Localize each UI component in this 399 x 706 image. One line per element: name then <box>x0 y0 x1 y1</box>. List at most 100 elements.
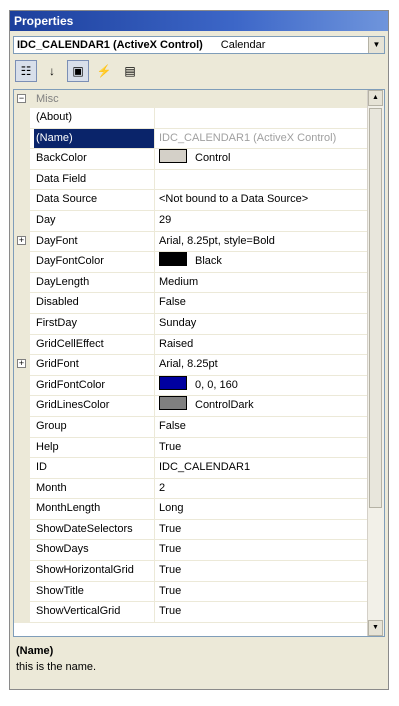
column-divider[interactable] <box>154 458 155 478</box>
property-value[interactable]: Long <box>159 499 369 519</box>
property-row[interactable]: GridCellEffect Raised <box>14 334 369 356</box>
column-divider[interactable] <box>154 519 155 540</box>
column-divider[interactable] <box>154 210 155 231</box>
property-name[interactable]: Disabled <box>34 293 154 313</box>
property-name[interactable]: ShowDateSelectors <box>34 520 154 540</box>
property-row[interactable]: FirstDay Sunday <box>14 313 369 335</box>
property-row[interactable]: Month 2 <box>14 478 369 500</box>
property-name[interactable]: (Name) <box>34 128 154 149</box>
column-divider[interactable] <box>154 128 155 149</box>
property-row[interactable]: Data Source <Not bound to a Data Source> <box>14 190 369 211</box>
property-row[interactable]: DayLength Medium <box>14 272 369 294</box>
column-divider[interactable] <box>154 375 155 396</box>
property-value[interactable] <box>159 108 369 128</box>
column-divider[interactable] <box>154 231 155 252</box>
scroll-up-icon[interactable]: ▲ <box>368 90 383 106</box>
category-header[interactable]: − Misc <box>14 90 369 108</box>
property-name[interactable]: GridFontColor <box>34 376 154 396</box>
property-name[interactable]: DayLength <box>34 273 154 293</box>
property-name[interactable]: DayFontColor <box>34 252 154 272</box>
property-row[interactable]: Disabled False <box>14 293 369 314</box>
property-name[interactable]: BackColor <box>34 149 154 169</box>
property-value[interactable]: Medium <box>159 273 369 293</box>
column-divider[interactable] <box>154 313 155 334</box>
property-row[interactable]: BackColor Control <box>14 149 369 170</box>
property-row[interactable]: ShowHorizontalGrid True <box>14 561 369 582</box>
expand-icon[interactable]: + <box>17 359 26 369</box>
object-selector[interactable]: IDC_CALENDAR1 (ActiveX Control) Calendar … <box>13 36 385 54</box>
property-name[interactable]: Data Field <box>34 170 154 190</box>
property-name[interactable]: MonthLength <box>34 499 154 519</box>
property-value[interactable]: 29 <box>159 211 369 231</box>
property-name[interactable]: Data Source <box>34 190 154 210</box>
property-value[interactable]: 0, 0, 160 <box>159 375 369 396</box>
property-value[interactable]: Control <box>159 149 369 169</box>
property-value[interactable]: True <box>159 602 369 622</box>
property-row[interactable]: (About) <box>14 108 369 129</box>
property-row[interactable]: Help True <box>14 437 369 459</box>
property-name[interactable]: GridCellEffect <box>34 335 154 355</box>
property-value[interactable]: Raised <box>159 335 369 355</box>
property-row[interactable]: + GridFont Arial, 8.25pt <box>14 355 369 376</box>
column-divider[interactable] <box>154 108 155 128</box>
property-value[interactable]: 2 <box>159 479 369 499</box>
column-divider[interactable] <box>154 190 155 210</box>
column-divider[interactable] <box>154 149 155 169</box>
property-row[interactable]: + DayFont Arial, 8.25pt, style=Bold <box>14 231 369 253</box>
property-value[interactable]: Arial, 8.25pt, style=Bold <box>159 232 369 252</box>
property-row[interactable]: ShowVerticalGrid True <box>14 602 369 623</box>
property-row[interactable]: Data Field <box>14 169 369 191</box>
column-divider[interactable] <box>154 334 155 355</box>
scroll-down-icon[interactable]: ▼ <box>368 620 383 636</box>
chevron-down-icon[interactable]: ▼ <box>368 37 384 53</box>
property-value[interactable]: ControlDark <box>159 396 369 416</box>
property-name[interactable]: GridFont <box>34 355 154 375</box>
alphabetical-icon[interactable]: ↓ <box>41 60 63 82</box>
property-value[interactable]: True <box>159 561 369 581</box>
column-divider[interactable] <box>154 540 155 561</box>
property-value[interactable]: <Not bound to a Data Source> <box>159 190 369 210</box>
events-icon[interactable]: ⚡ <box>93 60 115 82</box>
properties-icon[interactable]: ▣ <box>67 60 89 82</box>
property-value[interactable]: Sunday <box>159 314 369 334</box>
property-name[interactable]: ShowHorizontalGrid <box>34 561 154 581</box>
column-divider[interactable] <box>154 355 155 375</box>
property-value[interactable]: False <box>159 293 369 313</box>
column-divider[interactable] <box>154 602 155 622</box>
column-divider[interactable] <box>154 499 155 519</box>
property-row[interactable]: ID IDC_CALENDAR1 <box>14 458 369 479</box>
property-name[interactable]: ShowVerticalGrid <box>34 602 154 622</box>
column-divider[interactable] <box>154 416 155 437</box>
column-divider[interactable] <box>154 437 155 458</box>
property-value[interactable]: Arial, 8.25pt <box>159 355 369 375</box>
property-row[interactable]: MonthLength Long <box>14 499 369 520</box>
property-name[interactable]: (About) <box>34 108 154 128</box>
column-divider[interactable] <box>154 478 155 499</box>
property-row[interactable]: Group False <box>14 416 369 438</box>
column-divider[interactable] <box>154 561 155 581</box>
property-row[interactable]: ShowDays True <box>14 540 369 562</box>
property-value[interactable]: Black <box>159 252 369 272</box>
property-name[interactable]: Help <box>34 438 154 458</box>
property-value[interactable]: True <box>159 520 369 540</box>
property-name[interactable]: Month <box>34 479 154 499</box>
vertical-scrollbar[interactable]: ▲ ▼ <box>367 90 384 636</box>
categorized-icon[interactable]: ☷ <box>15 60 37 82</box>
property-name[interactable]: Day <box>34 211 154 231</box>
column-divider[interactable] <box>154 293 155 313</box>
property-value[interactable]: True <box>159 438 369 458</box>
property-row[interactable]: ShowTitle True <box>14 581 369 603</box>
property-name[interactable]: Group <box>34 417 154 437</box>
property-value[interactable]: IDC_CALENDAR1 (ActiveX Control) <box>159 129 369 149</box>
property-name[interactable]: ShowTitle <box>34 582 154 602</box>
property-value[interactable]: True <box>159 540 369 560</box>
property-row[interactable]: GridFontColor 0, 0, 160 <box>14 375 369 397</box>
column-divider[interactable] <box>154 169 155 190</box>
column-divider[interactable] <box>154 396 155 416</box>
property-name[interactable]: DayFont <box>34 232 154 252</box>
collapse-icon[interactable]: − <box>17 94 26 103</box>
property-name[interactable]: ShowDays <box>34 540 154 560</box>
property-value[interactable]: IDC_CALENDAR1 <box>159 458 369 478</box>
column-divider[interactable] <box>154 252 155 272</box>
property-row[interactable]: Day 29 <box>14 210 369 232</box>
